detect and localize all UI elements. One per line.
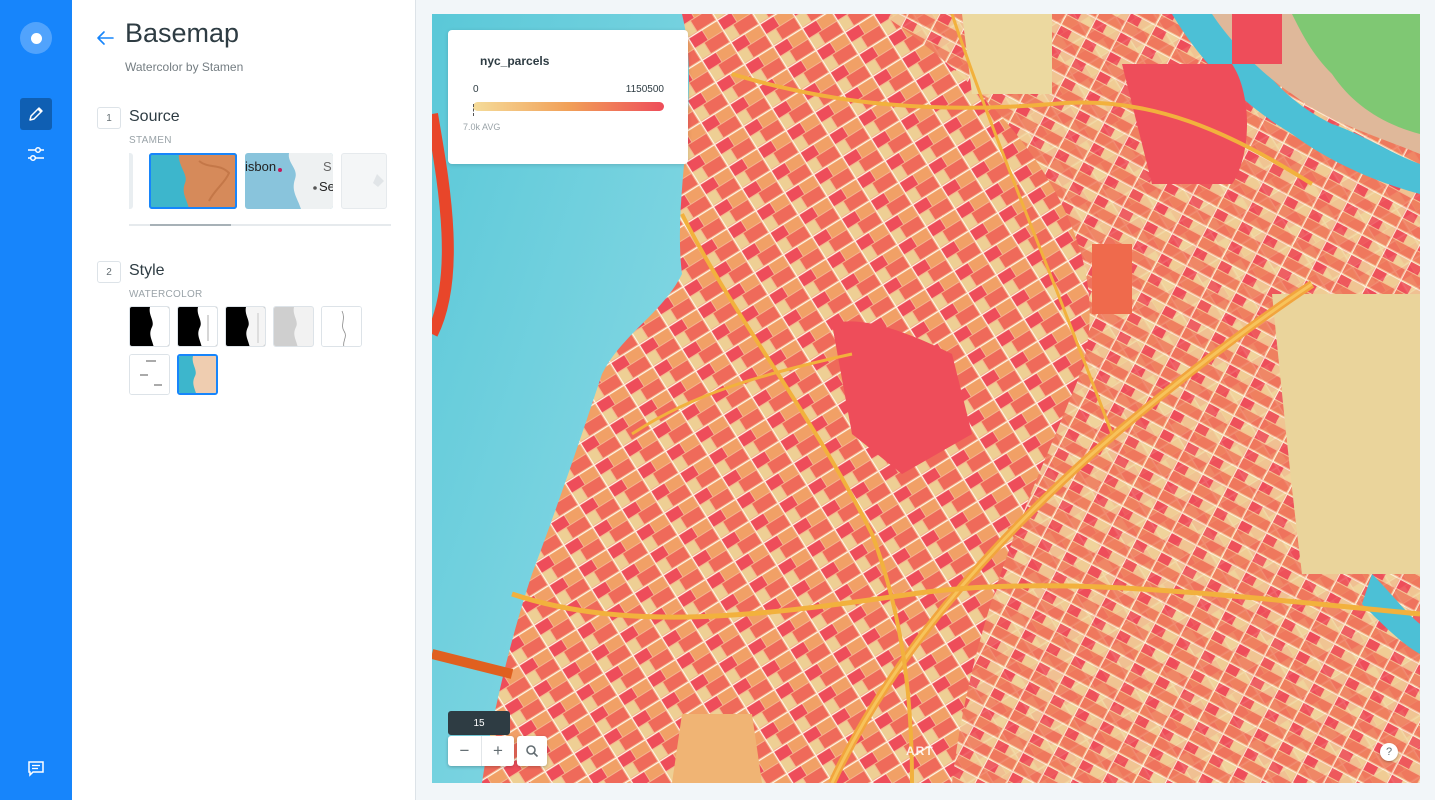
map-view[interactable]: nyc_parcels 0 1150500 7.0k AVG 15 − + AR… xyxy=(432,14,1420,783)
style-thumb-watercolor[interactable] xyxy=(177,354,218,395)
source-scrollbar[interactable] xyxy=(129,224,391,226)
style-thumb-toner[interactable] xyxy=(129,306,170,347)
source-thumb-partial[interactable] xyxy=(129,153,133,209)
legend-panel: nyc_parcels 0 1150500 7.0k AVG xyxy=(448,30,688,164)
help-button[interactable]: ? xyxy=(1380,743,1398,761)
sliders-icon xyxy=(28,146,44,162)
legend-avg: 7.0k AVG xyxy=(463,122,501,132)
toner-grey-preview-icon xyxy=(274,307,313,346)
chat-icon xyxy=(28,761,44,777)
carto-logo-icon[interactable] xyxy=(20,22,52,54)
step-number-style: 2 xyxy=(97,261,121,283)
map-attribution: ART xyxy=(906,744,934,758)
step-number-source: 1 xyxy=(97,107,121,129)
lisbon-label-se: Se xyxy=(319,179,333,194)
toner-preview-icon xyxy=(130,307,169,346)
source-caption: STAMEN xyxy=(129,135,172,146)
legend-color-ramp xyxy=(473,102,664,111)
watercolor-style-preview-icon xyxy=(179,356,216,393)
legend-max: 1150500 xyxy=(625,84,664,95)
toner-lite-dark-preview-icon xyxy=(226,307,265,346)
settings-sliders-button[interactable] xyxy=(20,138,52,170)
legend-avg-marker xyxy=(473,104,474,116)
left-rail xyxy=(0,0,72,800)
zoom-out-button[interactable]: − xyxy=(448,736,481,766)
toner-background-preview-icon xyxy=(178,307,217,346)
map-search-button[interactable] xyxy=(517,736,547,766)
legend-min: 0 xyxy=(473,84,479,95)
style-thumb-toner-labels[interactable] xyxy=(129,354,170,395)
style-title: Style xyxy=(129,262,165,279)
legend-title: nyc_parcels xyxy=(480,54,550,68)
toner-lines-preview-icon xyxy=(322,307,361,346)
basemap-panel: Basemap Watercolor by Stamen 1 Source ST… xyxy=(72,0,416,800)
zoom-controls: − + xyxy=(448,736,514,766)
source-thumb-custom[interactable] xyxy=(341,153,387,209)
style-thumb-toner-lite-dark[interactable] xyxy=(225,306,266,347)
lisbon-label: isbon xyxy=(245,159,277,174)
zoom-level: 15 xyxy=(448,711,510,735)
source-title: Source xyxy=(129,108,180,125)
page-title: Basemap xyxy=(125,18,240,48)
watercolor-preview-icon xyxy=(149,153,237,209)
zoom-in-button[interactable]: + xyxy=(481,736,514,766)
lisbon-label-s: S xyxy=(323,159,332,174)
back-arrow-icon[interactable] xyxy=(94,28,116,48)
feedback-button[interactable] xyxy=(20,752,52,784)
toner-labels-preview-icon xyxy=(130,355,169,394)
style-thumb-toner-grey[interactable] xyxy=(273,306,314,347)
source-carousel[interactable]: isbon S Se xyxy=(129,153,391,209)
style-thumb-toner-background[interactable] xyxy=(177,306,218,347)
source-scrollbar-thumb[interactable] xyxy=(150,224,231,226)
brush-icon xyxy=(373,174,384,187)
source-thumb-watercolor[interactable] xyxy=(149,153,237,209)
pencil-icon xyxy=(29,107,43,121)
style-caption: WATERCOLOR xyxy=(129,289,203,300)
style-thumb-toner-lines[interactable] xyxy=(321,306,362,347)
page-subtitle: Watercolor by Stamen xyxy=(125,60,244,74)
search-icon xyxy=(526,745,539,758)
source-thumb-lisbon[interactable]: isbon S Se xyxy=(245,153,333,209)
edit-pencil-button[interactable] xyxy=(20,98,52,130)
